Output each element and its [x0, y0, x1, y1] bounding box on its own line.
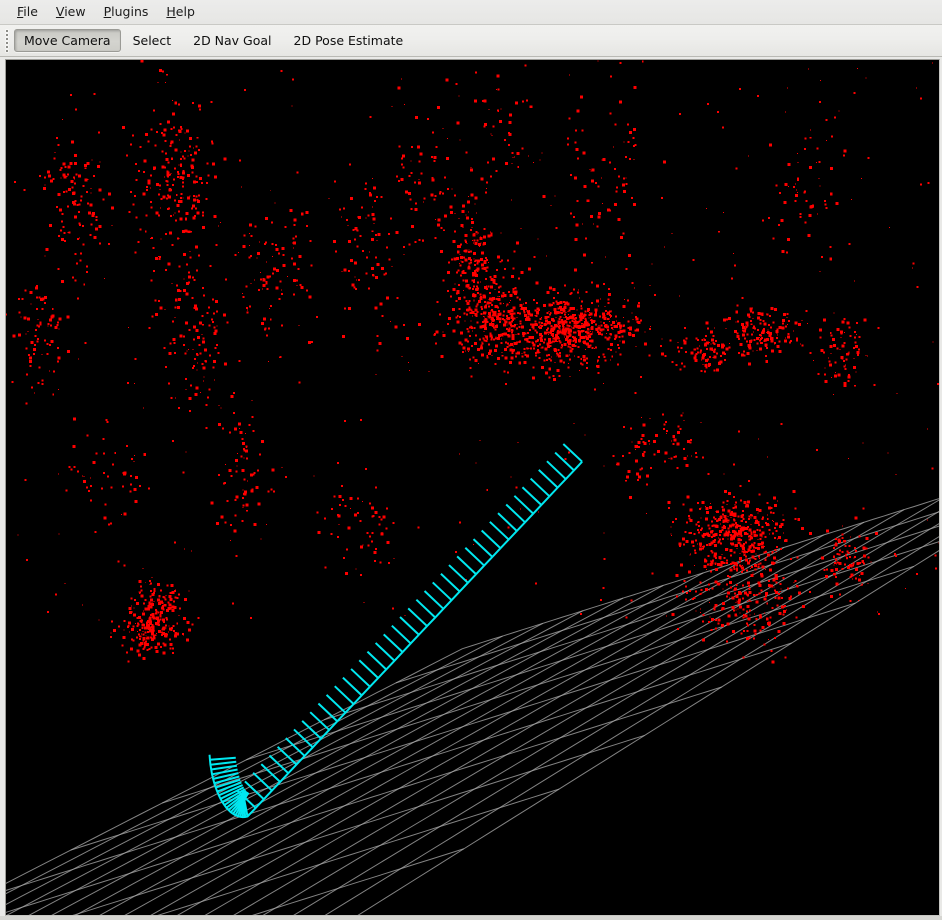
status-strip: [0, 916, 942, 920]
menu-file-label: ile: [23, 4, 38, 19]
3d-scene: [6, 60, 939, 915]
menu-bar: File View Plugins Help: [0, 0, 942, 25]
render-view-container: [0, 57, 942, 920]
tool-bar: Move Camera Select 2D Nav Goal 2D Pose E…: [0, 25, 942, 57]
menu-file[interactable]: File: [9, 2, 46, 22]
menu-plugins[interactable]: Plugins: [96, 2, 157, 22]
menu-help[interactable]: Help: [158, 2, 203, 22]
menu-view[interactable]: View: [48, 2, 94, 22]
tool-2d-pose-estimate[interactable]: 2D Pose Estimate: [284, 29, 414, 52]
drag-handle-icon[interactable]: [2, 28, 11, 54]
3d-render-panel[interactable]: [5, 59, 940, 916]
rviz-window: File View Plugins Help Move Camera Selec…: [0, 0, 942, 920]
tool-select[interactable]: Select: [123, 29, 182, 52]
menu-view-label: iew: [64, 4, 86, 19]
grid-display: [6, 498, 939, 915]
tool-2d-nav-goal[interactable]: 2D Nav Goal: [183, 29, 281, 52]
tool-move-camera[interactable]: Move Camera: [14, 29, 121, 52]
laserscan-display: [6, 60, 939, 664]
pose-array-display: [208, 443, 583, 819]
menu-plugins-label: lugins: [111, 4, 149, 19]
menu-help-label: elp: [175, 4, 195, 19]
